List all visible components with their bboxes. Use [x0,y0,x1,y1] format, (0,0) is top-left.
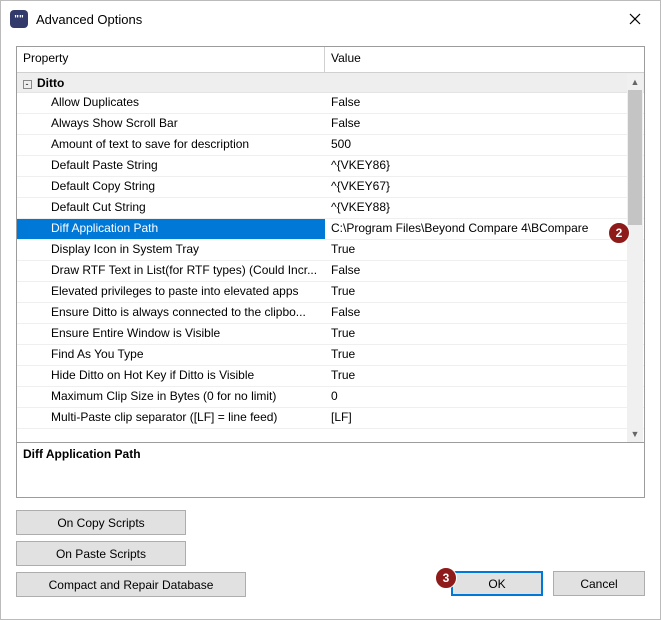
vertical-scrollbar[interactable]: ▲ ▼ [627,74,643,442]
property-row[interactable]: Default Cut String^{VKEY88} [17,198,644,219]
advanced-options-window: "" Advanced Options Property Value - Dit… [0,0,661,620]
property-value[interactable]: False [325,303,644,323]
property-row[interactable]: Draw RTF Text in List(for RTF types) (Co… [17,261,644,282]
property-value[interactable]: False [325,114,644,134]
left-button-group: On Copy Scripts On Paste Scripts Compact… [16,510,246,597]
grid-body: - Ditto Allow DuplicatesFalseAlways Show… [17,73,644,442]
property-name: Find As You Type [17,345,325,365]
property-value[interactable]: True [325,282,644,302]
property-name: Elevated privileges to paste into elevat… [17,282,325,302]
ok-button[interactable]: OK [451,571,543,596]
cancel-button[interactable]: Cancel [553,571,645,596]
content-area: Property Value - Ditto Allow DuplicatesF… [2,36,659,611]
property-name: Draw RTF Text in List(for RTF types) (Co… [17,261,325,281]
compact-repair-button[interactable]: Compact and Repair Database [16,572,246,597]
property-name: Ensure Entire Window is Visible [17,324,325,344]
property-name: Diff Application Path [17,219,325,239]
property-row[interactable]: Find As You TypeTrue [17,345,644,366]
property-value[interactable]: True [325,240,644,260]
property-value[interactable]: 0 [325,387,644,407]
scroll-down-icon[interactable]: ▼ [627,426,643,442]
buttons-area: On Copy Scripts On Paste Scripts Compact… [16,510,645,597]
property-name: Allow Duplicates [17,93,325,113]
property-value[interactable]: [LF] [325,408,644,428]
close-icon[interactable] [619,5,651,33]
property-name: Hide Ditto on Hot Key if Ditto is Visibl… [17,366,325,386]
scroll-track[interactable] [627,90,643,426]
right-button-group: OK Cancel [451,571,645,596]
description-panel: Diff Application Path [16,443,645,498]
description-title: Diff Application Path [23,447,638,461]
on-paste-scripts-button[interactable]: On Paste Scripts [16,541,186,566]
property-name: Maximum Clip Size in Bytes (0 for no lim… [17,387,325,407]
property-name: Default Paste String [17,156,325,176]
property-row[interactable]: Ensure Ditto is always connected to the … [17,303,644,324]
property-row[interactable]: Maximum Clip Size in Bytes (0 for no lim… [17,387,644,408]
property-value[interactable]: True [325,345,644,365]
category-row[interactable]: - Ditto [17,73,644,93]
property-row[interactable]: Elevated privileges to paste into elevat… [17,282,644,303]
column-header-value[interactable]: Value [325,47,644,72]
property-row[interactable]: Hide Ditto on Hot Key if Ditto is Visibl… [17,366,644,387]
category-label: Ditto [37,76,64,90]
property-grid: Property Value - Ditto Allow DuplicatesF… [16,46,645,443]
scroll-up-icon[interactable]: ▲ [627,74,643,90]
grid-header: Property Value [17,47,644,73]
property-row[interactable]: Display Icon in System TrayTrue [17,240,644,261]
property-value[interactable]: ^{VKEY86} [325,156,644,176]
property-value[interactable]: True [325,366,644,386]
column-header-property[interactable]: Property [17,47,325,72]
annotation-badge-2: 2 [608,222,630,244]
property-value[interactable]: C:\Program Files\Beyond Compare 4\BCompa… [325,219,644,239]
property-name: Ensure Ditto is always connected to the … [17,303,325,323]
collapse-icon[interactable]: - [17,76,37,90]
property-row[interactable]: Diff Application PathC:\Program Files\Be… [17,219,644,240]
property-name: Default Copy String [17,177,325,197]
scroll-thumb[interactable] [628,90,642,225]
property-row[interactable]: Amount of text to save for description50… [17,135,644,156]
property-value[interactable]: 500 [325,135,644,155]
property-row[interactable]: Multi-Paste clip separator ([LF] = line … [17,408,644,429]
property-value[interactable]: ^{VKEY88} [325,198,644,218]
property-name: Default Cut String [17,198,325,218]
property-row[interactable]: Always Show Scroll BarFalse [17,114,644,135]
property-name: Display Icon in System Tray [17,240,325,260]
property-name: Always Show Scroll Bar [17,114,325,134]
annotation-badge-3: 3 [435,567,457,589]
property-value[interactable]: False [325,261,644,281]
window-title: Advanced Options [36,12,619,27]
property-row[interactable]: Allow DuplicatesFalse [17,93,644,114]
property-value[interactable]: ^{VKEY67} [325,177,644,197]
on-copy-scripts-button[interactable]: On Copy Scripts [16,510,186,535]
app-icon: "" [10,10,28,28]
property-row[interactable]: Default Paste String^{VKEY86} [17,156,644,177]
property-value[interactable]: True [325,324,644,344]
property-row[interactable]: Ensure Entire Window is VisibleTrue [17,324,644,345]
property-name: Multi-Paste clip separator ([LF] = line … [17,408,325,428]
property-row[interactable]: Default Copy String^{VKEY67} [17,177,644,198]
titlebar: "" Advanced Options [2,2,659,36]
property-name: Amount of text to save for description [17,135,325,155]
property-value[interactable]: False [325,93,644,113]
